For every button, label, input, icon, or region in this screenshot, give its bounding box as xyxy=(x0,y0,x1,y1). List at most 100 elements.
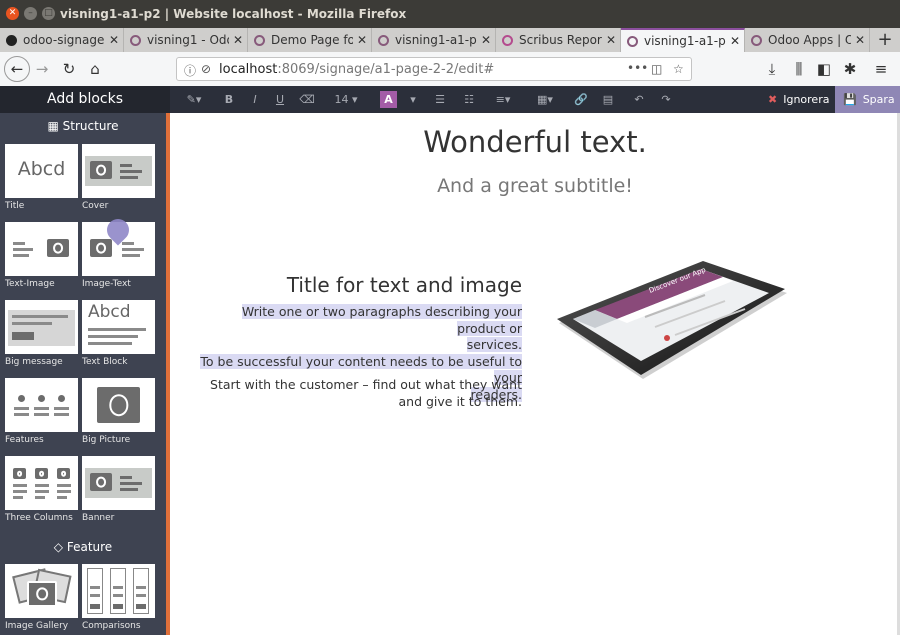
selected-text: services. xyxy=(466,337,522,352)
tab-visning1-odoo[interactable]: visning1 - Odo ✕ xyxy=(124,28,248,52)
snippet-label: Image Gallery xyxy=(5,621,69,631)
thumb-line xyxy=(35,490,49,493)
snippet-banner[interactable]: Banner xyxy=(82,456,155,523)
info-icon[interactable]: ⓘ xyxy=(184,62,196,79)
thumb-line xyxy=(57,484,71,487)
redo-icon[interactable]: ↷ xyxy=(658,86,674,113)
tab-close-icon[interactable]: ✕ xyxy=(851,33,869,47)
features-thumbnail xyxy=(5,378,78,432)
font-size-dropdown[interactable]: 14 ▾ xyxy=(333,86,359,113)
tab-scribus-report[interactable]: Scribus Repor ✕ xyxy=(496,28,621,52)
big-message-thumbnail xyxy=(5,300,78,354)
tab-close-icon[interactable]: ✕ xyxy=(726,34,744,48)
tab-close-icon[interactable]: ✕ xyxy=(105,33,123,47)
three-columns-thumbnail xyxy=(5,456,78,510)
menu-icon[interactable]: ≡ xyxy=(870,58,892,80)
sidebar-icon[interactable]: ◧ xyxy=(813,58,835,80)
thumb-button-shape xyxy=(113,604,123,609)
snippet-text-image[interactable]: Text-Image xyxy=(5,222,78,289)
tab-visning1-a1-p2[interactable]: visning1-a1-p2 ✕ xyxy=(621,28,745,52)
ordered-list-icon[interactable]: ☷ xyxy=(461,86,477,113)
camera-icon xyxy=(57,468,70,479)
magic-wand-icon[interactable]: ✎▾ xyxy=(182,86,206,113)
thumb-button-shape xyxy=(136,604,146,609)
add-blocks-heading: Add blocks xyxy=(0,86,170,113)
thumb-line xyxy=(122,248,144,251)
discard-x-icon: ✖ xyxy=(768,93,778,106)
snippet-big-picture[interactable]: Big Picture xyxy=(82,378,155,445)
table-icon[interactable]: ▦▾ xyxy=(532,86,558,113)
thumb-line xyxy=(12,322,52,325)
editor-toolbar: Add blocks ✎▾ B I U ⌫ 14 ▾ A ▾ ☰ ☷ ≡▾ ▦▾… xyxy=(0,86,900,113)
save-label: Spara xyxy=(862,93,895,106)
bug-icon[interactable]: ✱ xyxy=(839,58,861,80)
window-title: visning1-a1-p2 | Website localhost - Moz… xyxy=(60,7,407,21)
forward-icon[interactable]: → xyxy=(31,58,53,80)
pocket-icon[interactable]: ◫ xyxy=(651,62,662,76)
picture-icon[interactable]: ▤ xyxy=(600,86,616,113)
window-maximize-button[interactable]: □ xyxy=(42,7,55,20)
snippet-image-gallery[interactable]: Image Gallery xyxy=(5,564,78,631)
snippet-title[interactable]: Abcd Title xyxy=(5,144,78,211)
floppy-icon: 💾 xyxy=(843,93,857,106)
page-title[interactable]: Wonderful text. xyxy=(170,125,900,159)
snippet-cover[interactable]: Cover xyxy=(82,144,155,211)
tab-close-icon[interactable]: ✕ xyxy=(602,33,620,47)
bookmark-star-icon[interactable]: ☆ xyxy=(673,62,684,76)
home-icon[interactable]: ⌂ xyxy=(84,58,106,80)
thumb-line xyxy=(57,496,67,499)
download-icon[interactable]: ⤓ xyxy=(761,58,783,80)
thumb-line xyxy=(120,476,132,479)
italic-icon[interactable]: I xyxy=(247,86,263,113)
structure-heading: ▦ Structure xyxy=(0,119,166,133)
section-title[interactable]: Title for text and image xyxy=(190,273,522,297)
scribus-icon xyxy=(502,34,513,46)
page-subtitle[interactable]: And a great subtitle! xyxy=(170,175,900,197)
paragraph-2[interactable]: Start with the customer – find out what … xyxy=(190,377,522,410)
text-color-button[interactable]: A xyxy=(380,91,397,108)
odoo-icon xyxy=(751,34,762,46)
thumb-button-shape xyxy=(90,604,100,609)
snippet-features[interactable]: Features xyxy=(5,378,78,445)
snippet-big-message[interactable]: Big message xyxy=(5,300,78,367)
tab-close-icon[interactable]: ✕ xyxy=(229,33,247,47)
tab-odoo-signage[interactable]: odoo-signage ✕ xyxy=(0,28,124,52)
thumb-line xyxy=(136,594,146,597)
snippet-text-block[interactable]: Abcd Text Block xyxy=(82,300,155,367)
url-bar[interactable]: ⓘ ⊘ localhost:8069/signage/a1-page-2-2/e… xyxy=(176,57,692,81)
link-icon[interactable]: 🔗 xyxy=(573,86,589,113)
snippet-comparisons[interactable]: Comparisons xyxy=(82,564,155,631)
reload-icon[interactable]: ↻ xyxy=(58,58,80,80)
thumb-line xyxy=(120,482,142,485)
tablet-image[interactable]: Discover our App xyxy=(555,261,795,411)
tab-odoo-apps[interactable]: Odoo Apps | O ✕ xyxy=(745,28,870,52)
bold-icon[interactable]: B xyxy=(221,86,237,113)
underline-icon[interactable]: U xyxy=(272,86,288,113)
page-content[interactable]: Wonderful text. And a great subtitle! Ti… xyxy=(170,113,900,635)
align-icon[interactable]: ≡▾ xyxy=(490,86,516,113)
save-button[interactable]: 💾 Spara xyxy=(835,86,900,113)
window-minimize-button[interactable]: – xyxy=(24,7,37,20)
tab-label: Odoo Apps | O xyxy=(768,33,851,47)
tab-close-icon[interactable]: ✕ xyxy=(353,33,371,47)
window-close-button[interactable]: ✕ xyxy=(6,7,19,20)
grid-icon: ▦ xyxy=(47,119,63,133)
eraser-icon[interactable]: ⌫ xyxy=(298,86,316,113)
thumb-line xyxy=(14,407,29,410)
tracking-icon[interactable]: ⊘ xyxy=(201,62,211,76)
tab-close-icon[interactable]: ✕ xyxy=(477,33,495,47)
discard-label: Ignorera xyxy=(783,93,830,106)
thumb-line xyxy=(12,315,68,318)
color-dropdown-icon[interactable]: ▾ xyxy=(406,86,420,113)
thumb-line xyxy=(54,413,69,416)
new-tab-button[interactable]: + xyxy=(870,28,900,52)
discard-button[interactable]: ✖ Ignorera xyxy=(762,86,834,113)
snippet-three-columns[interactable]: Three Columns xyxy=(5,456,78,523)
unordered-list-icon[interactable]: ☰ xyxy=(432,86,448,113)
back-icon[interactable]: ← xyxy=(4,56,30,82)
more-icon[interactable]: ••• xyxy=(627,61,648,75)
library-icon[interactable]: ⫼ xyxy=(788,58,810,80)
tab-visning1-a1-p3[interactable]: visning1-a1-p3 ✕ xyxy=(372,28,496,52)
undo-icon[interactable]: ↶ xyxy=(631,86,647,113)
tab-demo-page[interactable]: Demo Page fo ✕ xyxy=(248,28,372,52)
